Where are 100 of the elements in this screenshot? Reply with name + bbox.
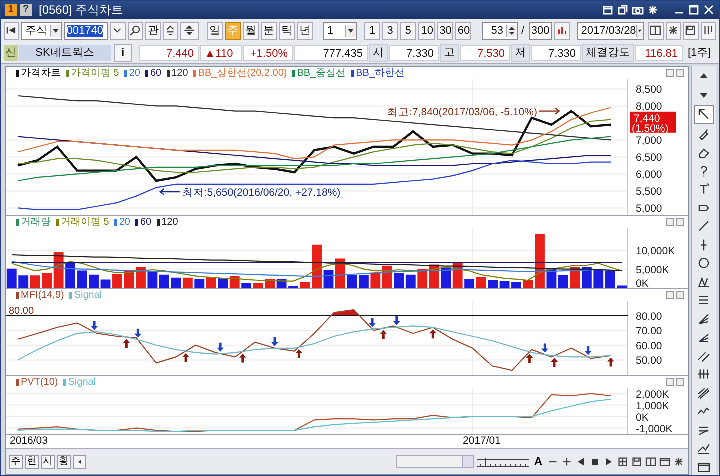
panel-controls-icon[interactable] <box>666 69 684 77</box>
panel-controls-icon[interactable] <box>666 378 684 386</box>
up-arrow-icon <box>380 330 388 340</box>
zoom-ruler-icon[interactable] <box>476 456 530 468</box>
right-arrow <box>539 108 560 115</box>
layout-icon <box>649 24 662 37</box>
search-button[interactable] <box>128 22 143 40</box>
market-dropdown[interactable]: 주식 <box>21 22 62 40</box>
caret-icon <box>50 24 61 36</box>
period-tab[interactable]: 분 <box>260 22 277 40</box>
up-arrow-icon <box>296 349 303 358</box>
interval-button[interactable]: 5 <box>400 22 416 40</box>
code-dropdown-button[interactable] <box>110 22 126 40</box>
save-button[interactable] <box>683 22 699 40</box>
left-arrow-icon <box>76 458 82 464</box>
period-tab[interactable]: 일 <box>206 22 223 40</box>
first-page-button[interactable] <box>4 22 20 40</box>
tool-icon <box>702 24 715 37</box>
legend-label: MFI(14,9) <box>21 290 64 300</box>
window-icon[interactable] <box>602 4 614 16</box>
axis-label: 8,500 <box>636 84 662 96</box>
open-label: 시 <box>369 44 388 62</box>
view-mode-button[interactable]: 횡 <box>57 454 71 468</box>
layout-button[interactable] <box>648 22 664 40</box>
settings-icon <box>666 24 680 37</box>
axis-label: 60.00 <box>636 340 662 352</box>
interval-button[interactable]: 60 <box>454 22 472 40</box>
spreadsheet-icon[interactable] <box>617 456 629 468</box>
panel-controls-icon[interactable] <box>666 218 684 226</box>
window-icon[interactable] <box>659 456 671 468</box>
legend-label: PVT(10) <box>21 376 58 388</box>
up-arrow-icon <box>551 358 558 367</box>
info-button[interactable]: i <box>114 44 132 62</box>
status-badge: 신 <box>4 44 18 60</box>
layout-icon[interactable] <box>645 456 657 468</box>
period-tab[interactable]: 월 <box>242 22 259 40</box>
up-arrow-icon <box>430 330 437 339</box>
copy-icon[interactable] <box>617 4 629 16</box>
panel-controls-icon[interactable] <box>666 291 684 299</box>
legend-label: BB_하한선 <box>356 67 406 80</box>
window-number-badge: 1 <box>5 4 17 16</box>
down-arrow-icon <box>584 346 592 356</box>
tool-button[interactable] <box>700 22 716 40</box>
save-icon[interactable] <box>631 456 643 468</box>
spin-button[interactable] <box>180 22 200 40</box>
legend-label: 20 <box>119 216 130 228</box>
stock-code-input[interactable]: 001740 <box>64 22 108 40</box>
close-icon[interactable] <box>703 4 715 16</box>
help-button[interactable]: ? <box>20 4 32 16</box>
legend-label: 가격차트 <box>21 67 61 80</box>
price-change: ▲110 <box>200 44 242 60</box>
axis-label: 8,000 <box>636 101 662 114</box>
change-rate: +1.50% <box>243 44 293 60</box>
up-arrow-icon <box>526 354 534 364</box>
interval-button[interactable]: 10 <box>418 22 435 40</box>
settings-icon[interactable] <box>673 456 685 468</box>
axis-label: 70.00 <box>636 326 662 338</box>
pointer-icon[interactable] <box>694 105 714 124</box>
x-axis-label: 2016/03 <box>10 435 48 448</box>
total-count-input[interactable]: 300 <box>528 22 552 40</box>
date-dropdown[interactable]: 2017/03/28 <box>577 22 644 40</box>
view-mode-button[interactable]: 현 <box>25 454 39 468</box>
axis-label: 6,000 <box>636 169 662 182</box>
view-mode-button[interactable]: 주 <box>9 454 23 468</box>
count-spinner[interactable]: 53 <box>482 22 518 40</box>
view-mode-button[interactable]: 시 <box>41 454 55 468</box>
interval-button[interactable]: 3 <box>382 22 398 40</box>
low-label: 저 <box>511 44 530 62</box>
text-size-button[interactable]: A <box>532 454 545 468</box>
up-arrow-icon <box>123 339 130 348</box>
high-price-note: 최고:7,840(2017/03/06, -5.10%) <box>388 106 538 118</box>
maximize-icon[interactable] <box>688 4 700 16</box>
axis-label: 6,500 <box>636 152 662 164</box>
down-arrow-icon <box>271 337 278 346</box>
reference-level-label: 80.00 <box>9 306 34 317</box>
interval-button[interactable]: 1 <box>364 22 380 40</box>
unit-dropdown[interactable]: 1 <box>323 22 357 40</box>
period-tab[interactable]: 년 <box>296 22 313 40</box>
unit-label: [1주] <box>687 46 712 60</box>
axis-label: 5,000 <box>636 203 662 216</box>
scroll-left-button[interactable] <box>73 454 86 468</box>
legend-label: 60 <box>140 216 152 228</box>
down-arrow-icon <box>369 318 376 328</box>
chart-option-button[interactable] <box>554 22 570 40</box>
watchlist-button[interactable]: 관 <box>145 22 161 40</box>
up-down-icon <box>183 24 196 37</box>
zoom-in-icon[interactable] <box>561 456 573 468</box>
period-tab[interactable]: 틱 <box>278 22 295 40</box>
left-arrow <box>159 188 180 196</box>
axis-label: 5,000K <box>636 264 670 276</box>
legend-label: Signal <box>74 290 102 300</box>
interval-button[interactable]: 30 <box>436 22 453 40</box>
price-tag-value: 7,440 <box>634 112 660 125</box>
settings-icon[interactable] <box>647 4 659 16</box>
up-down-icon <box>506 24 517 36</box>
low-price-note: 최저:5,650(2016/06/20, +27.18%) <box>182 187 341 199</box>
settings-button[interactable] <box>666 22 682 40</box>
up-arrow-icon <box>182 353 190 362</box>
horizontal-scrollbar[interactable] <box>396 455 474 468</box>
sort-button[interactable] <box>163 22 178 40</box>
